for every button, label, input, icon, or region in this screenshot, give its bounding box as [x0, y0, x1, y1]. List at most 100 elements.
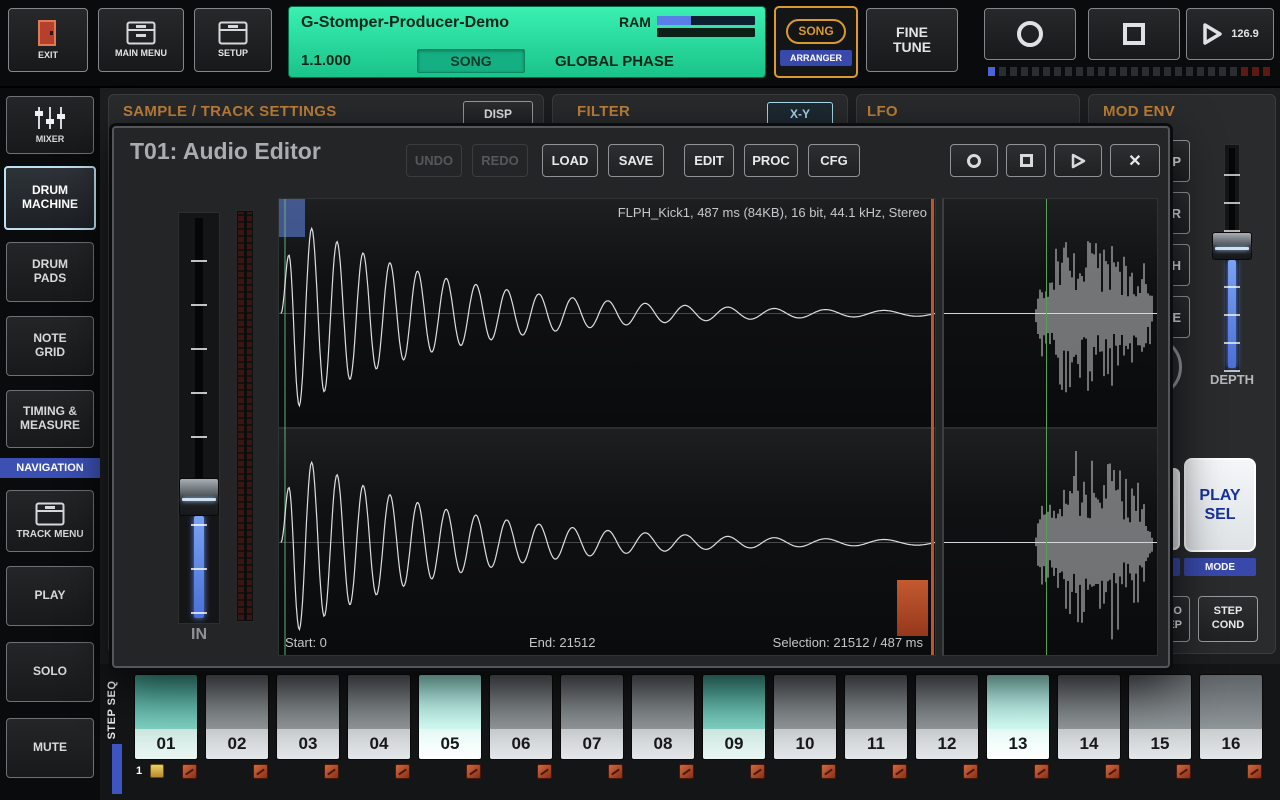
close-button[interactable]: ✕	[1110, 144, 1160, 177]
position-dash	[1153, 67, 1160, 76]
step-button-05[interactable]: 05	[418, 674, 482, 760]
step-marker-icon[interactable]	[608, 764, 623, 779]
step-button-11[interactable]: 11	[844, 674, 908, 760]
record-button[interactable]	[984, 8, 1076, 60]
sidebar-item-timing-measure[interactable]: TIMING & MEASURE	[6, 390, 94, 448]
meter-column-right	[247, 212, 253, 620]
step-marker-icon[interactable]	[963, 764, 978, 779]
drawer-icon	[35, 502, 65, 526]
play-sel-button[interactable]: PLAY SEL	[1184, 458, 1256, 552]
filter-title: FILTER	[577, 103, 630, 120]
step-button-14[interactable]: 14	[1057, 674, 1121, 760]
version-label: 1.1.000	[301, 52, 351, 69]
exit-label: EXIT	[38, 51, 58, 61]
position-dash	[1054, 67, 1061, 76]
play-button[interactable]: 126.9	[1186, 8, 1274, 60]
song-mode-indicator[interactable]: SONG	[417, 49, 525, 73]
cfg-button[interactable]: CFG	[808, 144, 860, 177]
step-pad	[1200, 675, 1262, 729]
load-button[interactable]: LOAD	[542, 144, 598, 177]
step-button-08[interactable]: 08	[631, 674, 695, 760]
step-marker-icon[interactable]	[1176, 764, 1191, 779]
selection-end-handle[interactable]	[897, 580, 928, 636]
sidebar-item-drum-pads[interactable]: DRUM PADS	[6, 242, 94, 302]
undo-button[interactable]: UNDO	[406, 144, 462, 177]
step-marker-icon[interactable]	[395, 764, 410, 779]
step-number: 09	[703, 729, 765, 759]
fine-tune-button[interactable]: FINE TUNE	[866, 8, 958, 72]
stop-button[interactable]	[1088, 8, 1180, 60]
position-dash	[1098, 67, 1105, 76]
step-pad	[206, 675, 268, 729]
step-button-07[interactable]: 07	[560, 674, 624, 760]
depth-fader[interactable]	[1202, 140, 1262, 376]
position-dash	[1263, 67, 1270, 76]
sidebar-item-solo[interactable]: SOLO	[6, 642, 94, 702]
page-icon[interactable]	[150, 764, 164, 778]
step-button-06[interactable]: 06	[489, 674, 553, 760]
step-button-09[interactable]: 09	[702, 674, 766, 760]
waveform-main-view[interactable]: FLPH_Kick1, 487 ms (84KB), 16 bit, 44.1 …	[278, 198, 936, 656]
step-pad	[490, 675, 552, 729]
step-marker-icon[interactable]	[253, 764, 268, 779]
sidebar-item-play[interactable]: PLAY	[6, 566, 94, 626]
step-marker-icon[interactable]	[182, 764, 197, 779]
step-marker-icon[interactable]	[324, 764, 339, 779]
sample-track-title: SAMPLE / TRACK SETTINGS	[123, 103, 337, 120]
step-marker-icon[interactable]	[892, 764, 907, 779]
level-meter	[236, 210, 254, 622]
step-button-13[interactable]: 13	[986, 674, 1050, 760]
step-marker-icon[interactable]	[537, 764, 552, 779]
step-number: 12	[916, 729, 978, 759]
step-marker-icon[interactable]	[466, 764, 481, 779]
step-button-12[interactable]: 12	[915, 674, 979, 760]
xy-button[interactable]: X-Y	[767, 102, 833, 126]
position-dash	[1164, 67, 1171, 76]
step-cond-button[interactable]: STEP COND	[1198, 596, 1258, 642]
step-marker-icon[interactable]	[750, 764, 765, 779]
step-button-03[interactable]: 03	[276, 674, 340, 760]
position-dash	[1010, 67, 1017, 76]
step-pad	[1058, 675, 1120, 729]
step-marker-icon[interactable]	[1034, 764, 1049, 779]
step-marker-icon[interactable]	[1247, 764, 1262, 779]
edit-button[interactable]: EDIT	[684, 144, 734, 177]
editor-stop-button[interactable]	[1006, 144, 1046, 177]
disp-button[interactable]: DISP	[463, 101, 533, 127]
sidebar-item-mute[interactable]: MUTE	[6, 718, 94, 778]
step-button-01[interactable]: 01	[134, 674, 198, 760]
sidebar-item-track-menu[interactable]: TRACK MENU	[6, 490, 94, 552]
sidebar-item-note-grid[interactable]: NOTE GRID	[6, 316, 94, 376]
redo-button[interactable]: REDO	[472, 144, 528, 177]
project-title: G-Stomper-Producer-Demo	[301, 14, 509, 32]
in-fader-handle[interactable]	[179, 478, 219, 516]
selection-readout: Selection: 21512 / 487 ms	[773, 635, 923, 650]
position-dash	[999, 67, 1006, 76]
exit-button[interactable]: EXIT	[8, 8, 88, 72]
setup-button[interactable]: SETUP	[194, 8, 272, 72]
step-marker-icon[interactable]	[821, 764, 836, 779]
step-button-02[interactable]: 02	[205, 674, 269, 760]
editor-record-button[interactable]	[950, 144, 998, 177]
step-button-16[interactable]: 16	[1199, 674, 1263, 760]
sidebar-item-mixer[interactable]: MIXER	[6, 96, 94, 154]
song-arranger-button[interactable]: SONG ARRANGER	[774, 6, 858, 78]
step-pad	[774, 675, 836, 729]
waveform-zoom-view[interactable]	[942, 198, 1158, 656]
sidebar-item-drum-machine[interactable]: DRUM MACHINE	[4, 166, 96, 230]
depth-fader-handle[interactable]	[1212, 232, 1252, 260]
solo-label: SOLO	[33, 665, 67, 679]
transport-position-strip[interactable]	[988, 66, 1274, 76]
step-button-15[interactable]: 15	[1128, 674, 1192, 760]
editor-play-button[interactable]	[1054, 144, 1102, 177]
step-pad	[419, 675, 481, 729]
in-fader[interactable]	[178, 212, 220, 624]
step-button-10[interactable]: 10	[773, 674, 837, 760]
main-menu-button[interactable]: MAIN MENU	[98, 8, 184, 72]
play-icon	[1070, 153, 1086, 169]
save-button[interactable]: SAVE	[608, 144, 664, 177]
step-button-04[interactable]: 04	[347, 674, 411, 760]
proc-button[interactable]: PROC	[744, 144, 798, 177]
step-marker-icon[interactable]	[679, 764, 694, 779]
step-marker-icon[interactable]	[1105, 764, 1120, 779]
